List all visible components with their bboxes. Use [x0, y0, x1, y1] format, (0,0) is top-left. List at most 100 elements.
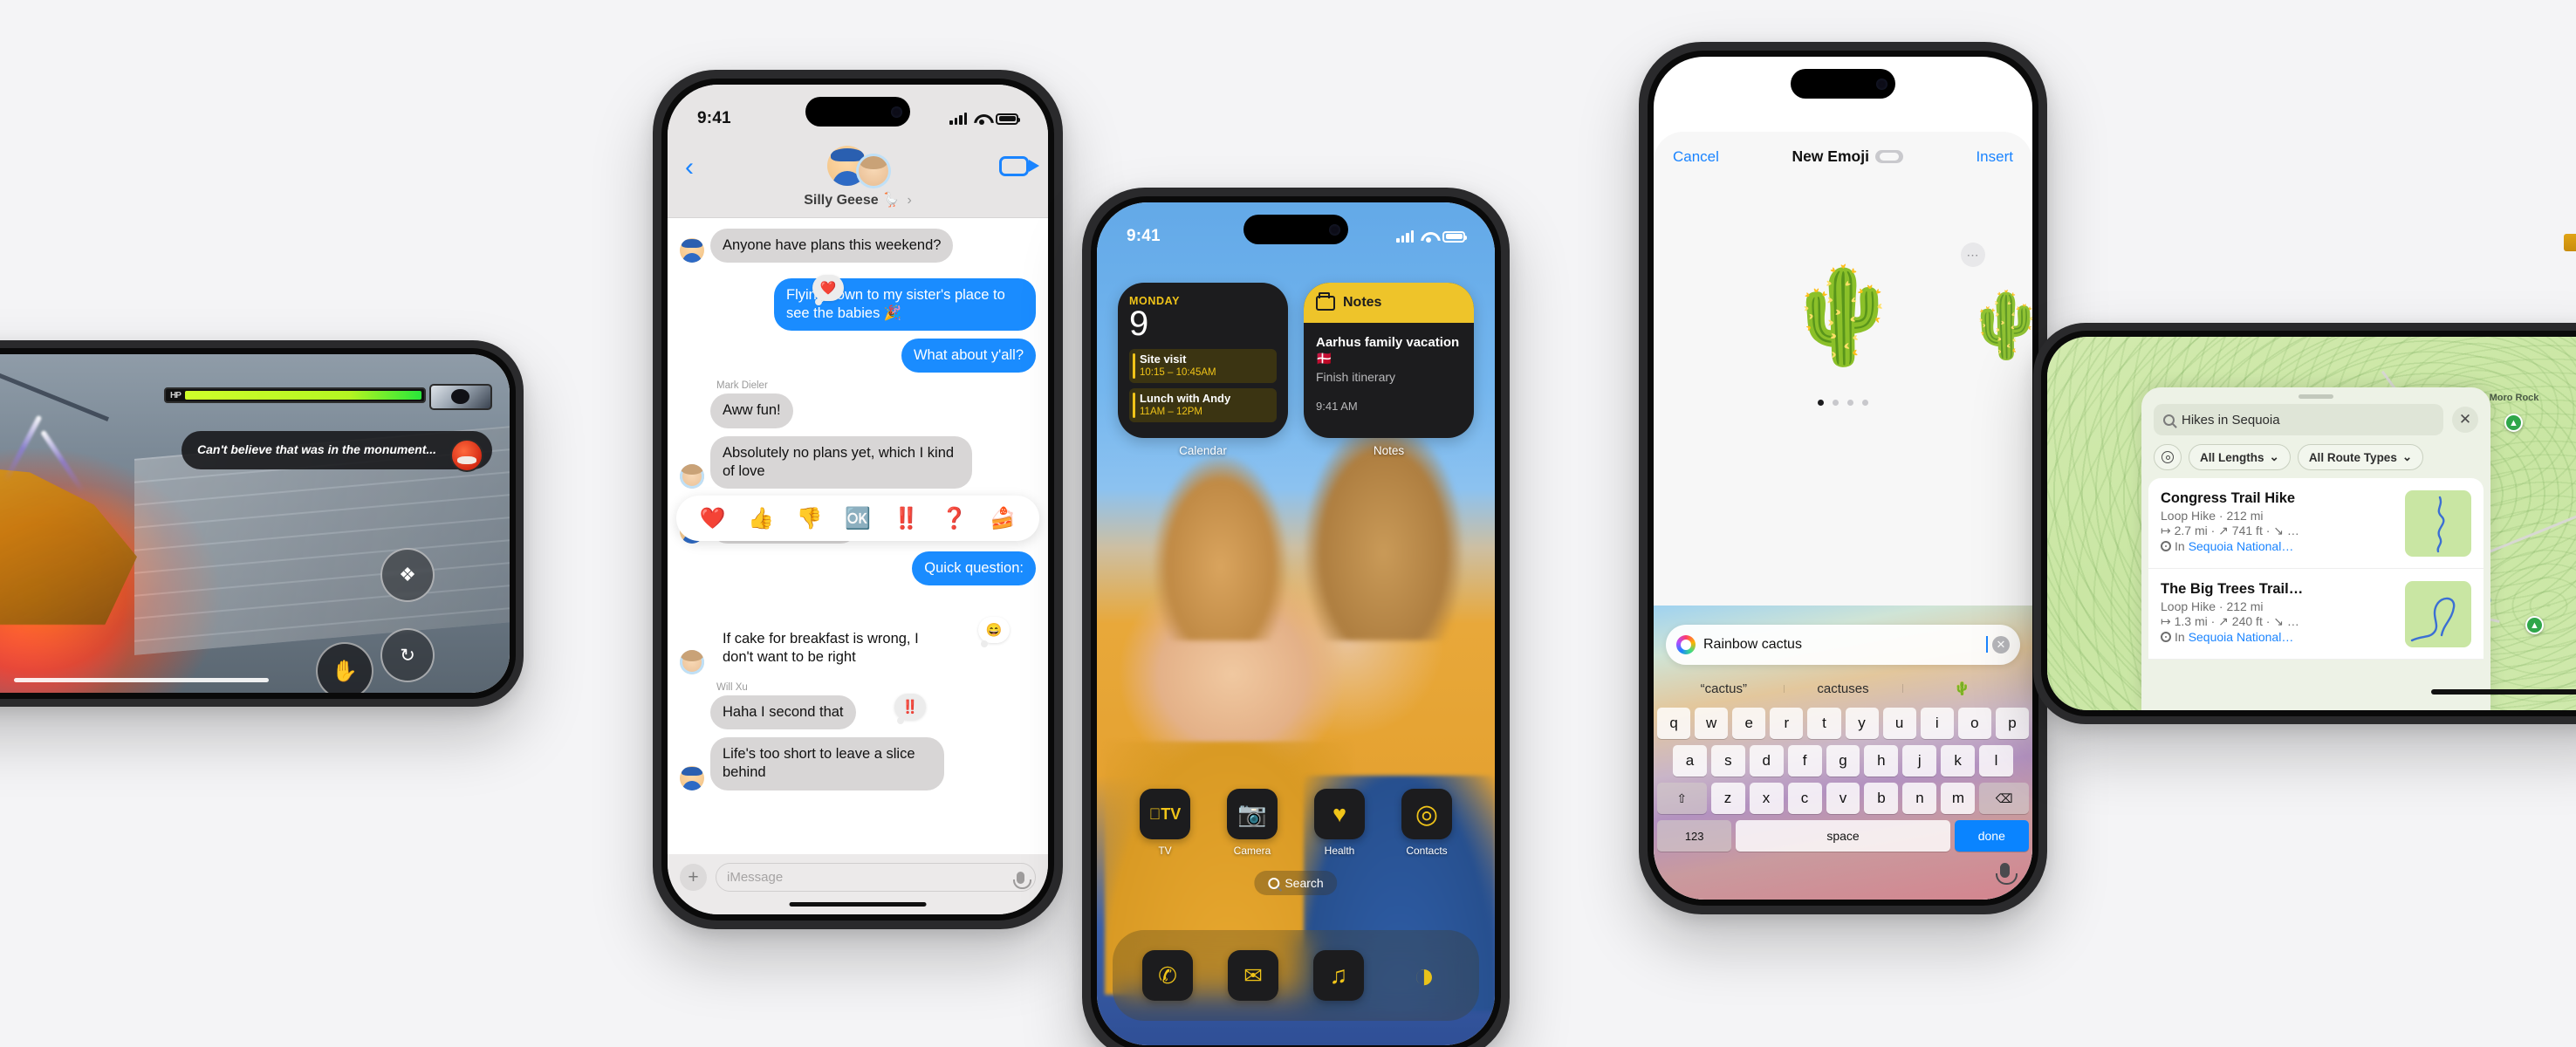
key-f[interactable]: f: [1787, 745, 1822, 777]
imessage-input[interactable]: iMessage: [716, 863, 1036, 892]
app-camera[interactable]: 📷 Camera: [1209, 789, 1296, 857]
safari-icon[interactable]: ◑: [1399, 950, 1449, 1001]
message-bubble[interactable]: Haha I second that: [710, 695, 856, 730]
message-bubble[interactable]: What about y'all?: [901, 339, 1036, 373]
facetime-video-icon[interactable]: [999, 156, 1039, 176]
message-bubble[interactable]: Life's too short to leave a slice behind: [710, 737, 944, 790]
generated-emoji-next[interactable]: 🌵: [1966, 288, 2032, 364]
message-bubble[interactable]: Aww fun!: [710, 393, 793, 428]
more-options-button[interactable]: ⋯: [1961, 243, 1985, 267]
calendar-widget[interactable]: MONDAY 9 Site visit 10:15 – 10:45AM Lunc…: [1118, 283, 1288, 457]
conversation-avatars[interactable]: [682, 139, 1034, 186]
suggestion-1[interactable]: “cactus”: [1664, 681, 1784, 696]
home-search-button[interactable]: Search: [1254, 871, 1338, 895]
clear-icon[interactable]: ✕: [1992, 636, 2010, 654]
message-list[interactable]: Anyone have plans this weekend? ❤️ Flyin…: [668, 218, 1048, 854]
result-place-link[interactable]: Sequoia National…: [2189, 630, 2294, 644]
tapback-exclamation[interactable]: ‼️: [894, 694, 926, 725]
map-pin-trailhead[interactable]: ▲: [2504, 414, 2523, 432]
key-e[interactable]: e: [1732, 708, 1766, 739]
generated-emoji-main[interactable]: 🌵: [1785, 269, 1901, 363]
close-icon[interactable]: ✕: [2452, 407, 2478, 433]
map-layers-filter[interactable]: [2154, 444, 2182, 470]
key-m[interactable]: m: [1941, 783, 1976, 814]
reaction-question[interactable]: ❓: [930, 506, 978, 531]
key-x[interactable]: x: [1749, 783, 1784, 814]
done-key[interactable]: done: [1954, 820, 2029, 852]
aim-control-button[interactable]: ❖: [380, 548, 435, 602]
key-w[interactable]: w: [1695, 708, 1729, 739]
calendar-widget-card[interactable]: MONDAY 9 Site visit 10:15 – 10:45AM Lunc…: [1118, 283, 1288, 438]
map-pin-trailhead[interactable]: ▲: [2525, 616, 2544, 634]
reaction-cake[interactable]: 🍰: [979, 506, 1027, 531]
key-i[interactable]: i: [1920, 708, 1954, 739]
key-d[interactable]: d: [1749, 745, 1784, 777]
dodge-control-button[interactable]: ↻: [380, 628, 435, 682]
results-list[interactable]: Congress Trail Hike Loop Hike · 212 mi ↦…: [2148, 478, 2484, 660]
key-a[interactable]: a: [1673, 745, 1707, 777]
conversation-title[interactable]: Silly Geese 🪿 ›: [682, 191, 1034, 209]
key-j[interactable]: j: [1902, 745, 1937, 777]
suggestion-3[interactable]: 🌵: [1902, 681, 2022, 696]
reaction-thumbs-down[interactable]: 👎: [785, 506, 833, 531]
result-place-link[interactable]: Sequoia National…: [2189, 539, 2294, 553]
key-s[interactable]: s: [1710, 745, 1745, 777]
app-contacts[interactable]: ◎ Contacts: [1383, 789, 1470, 857]
page-dot-4[interactable]: [1862, 400, 1868, 406]
message-bubble[interactable]: Anyone have plans this weekend?: [710, 229, 954, 263]
key-z[interactable]: z: [1710, 783, 1745, 814]
calendar-event[interactable]: Site visit 10:15 – 10:45AM: [1129, 349, 1277, 383]
key-v[interactable]: v: [1826, 783, 1860, 814]
tapback-heart[interactable]: ❤️: [812, 275, 844, 306]
all-lengths-filter[interactable]: All Lengths ⌄: [2189, 444, 2291, 470]
key-y[interactable]: y: [1845, 708, 1879, 739]
key-u[interactable]: u: [1882, 708, 1916, 739]
space-key[interactable]: space: [1736, 820, 1950, 852]
key-l[interactable]: l: [1979, 745, 2014, 777]
page-dot-1[interactable]: [1818, 400, 1824, 406]
key-p[interactable]: p: [1995, 708, 2029, 739]
key-c[interactable]: c: [1787, 783, 1822, 814]
microphone-icon[interactable]: [1013, 871, 1031, 889]
insert-button[interactable]: Insert: [1976, 148, 2013, 166]
key-h[interactable]: h: [1864, 745, 1899, 777]
mail-icon[interactable]: ✉: [1228, 950, 1278, 1001]
all-route-types-filter[interactable]: All Route Types ⌄: [2297, 444, 2424, 470]
add-attachment-button[interactable]: +: [680, 864, 707, 891]
key-b[interactable]: b: [1864, 783, 1899, 814]
key-r[interactable]: r: [1770, 708, 1804, 739]
music-icon[interactable]: ♫: [1313, 950, 1364, 1001]
sheet-grabber[interactable]: [2299, 394, 2333, 399]
key-n[interactable]: n: [1902, 783, 1937, 814]
key-q[interactable]: q: [1657, 708, 1691, 739]
key-o[interactable]: o: [1957, 708, 1991, 739]
app-health[interactable]: ♥ Health: [1296, 789, 1383, 857]
message-bubble[interactable]: If cake for breakfast is wrong, I don't …: [710, 621, 939, 675]
key-k[interactable]: k: [1941, 745, 1976, 777]
reaction-haha[interactable]: 🆗: [833, 506, 881, 531]
message-bubble[interactable]: Absolutely no plans yet, which I kind of…: [710, 435, 972, 489]
message-bubble[interactable]: Quick question:: [912, 551, 1036, 585]
phone-icon[interactable]: ✆: [1142, 950, 1193, 1001]
calendar-event[interactable]: Lunch with Andy 11AM – 12PM: [1129, 387, 1277, 422]
punch-control-button[interactable]: ✋: [316, 642, 373, 693]
reaction-heart[interactable]: ❤️: [689, 506, 736, 531]
back-button[interactable]: ‹: [685, 153, 694, 182]
reaction-exclamation[interactable]: ‼️: [882, 506, 930, 531]
tapback-laugh[interactable]: 😄: [978, 616, 1010, 647]
key-t[interactable]: t: [1807, 708, 1841, 739]
notes-widget[interactable]: Notes Aarhus family vacation 🇩🇰 Finish i…: [1304, 283, 1474, 457]
shift-key[interactable]: ⇧: [1657, 783, 1707, 814]
page-dots[interactable]: [1818, 400, 1868, 406]
notes-widget-card[interactable]: Notes Aarhus family vacation 🇩🇰 Finish i…: [1304, 283, 1474, 438]
numbers-key[interactable]: 123: [1657, 820, 1732, 852]
page-dot-3[interactable]: [1847, 400, 1853, 406]
search-input[interactable]: Hikes in Sequoia: [2154, 404, 2443, 435]
emoji-prompt-input[interactable]: Rainbow cactus ✕: [1666, 625, 2020, 665]
key-g[interactable]: g: [1826, 745, 1860, 777]
tapback-reaction-bar[interactable]: ❤️ 👍 👎 🆗 ‼️ ❓ 🍰: [676, 496, 1039, 541]
app-tv[interactable]: TV TV: [1121, 789, 1209, 857]
list-item[interactable]: Congress Trail Hike Loop Hike · 212 mi ↦…: [2148, 478, 2484, 569]
suggestion-2[interactable]: cactuses: [1783, 681, 1903, 696]
page-dot-2[interactable]: [1833, 400, 1839, 406]
